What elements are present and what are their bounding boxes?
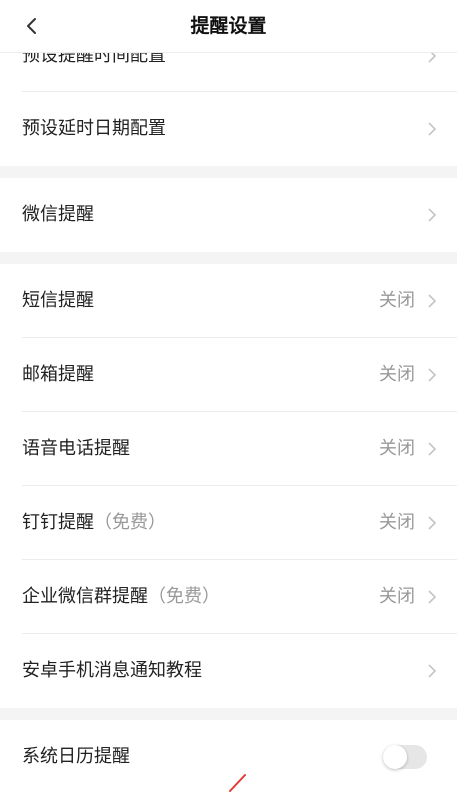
section-gap [0, 166, 457, 178]
free-tag: （免费） [148, 586, 220, 607]
chevron-right-icon [428, 122, 437, 136]
row-label: 钉钉提醒（免费） [22, 512, 166, 533]
row-label: 语音电话提醒 [22, 438, 130, 459]
chevron-right-icon [428, 368, 437, 382]
status-value: 关闭 [379, 438, 415, 459]
row-label: 短信提醒 [22, 290, 94, 311]
row-label: 安卓手机消息通知教程 [22, 660, 202, 681]
row-label: 预设延时日期配置 [22, 118, 166, 139]
section-gap [0, 252, 457, 264]
chevron-right-icon [428, 516, 437, 530]
status-value: 关闭 [379, 290, 415, 311]
nav-header: 提醒设置 [0, 0, 457, 53]
status-value: 关闭 [379, 586, 415, 607]
row-sms-reminder[interactable]: 短信提醒 关闭 [0, 264, 457, 338]
reminder-settings-page: 预设提醒时间配置 预设延时日期配置 微信提醒 短信提醒 关闭 邮箱提醒 关闭 语… [0, 0, 457, 792]
row-label: 微信提醒 [22, 204, 94, 225]
row-preset-delay-date[interactable]: 预设延时日期配置 [0, 92, 457, 166]
free-tag: （免费） [94, 512, 166, 533]
chevron-right-icon [428, 590, 437, 604]
row-label: 企业微信群提醒（免费） [22, 586, 220, 607]
pen-stroke-mark [229, 774, 246, 792]
row-voice-call-reminder[interactable]: 语音电话提醒 关闭 [0, 412, 457, 486]
page-title: 提醒设置 [190, 15, 267, 37]
chevron-right-icon [428, 208, 437, 222]
row-label: 系统日历提醒 [22, 746, 130, 767]
row-wechat-reminder[interactable]: 微信提醒 [0, 178, 457, 252]
section-gap [0, 708, 457, 720]
row-email-reminder[interactable]: 邮箱提醒 关闭 [0, 338, 457, 412]
status-value: 关闭 [379, 364, 415, 385]
row-android-notification-tutorial[interactable]: 安卓手机消息通知教程 [0, 634, 457, 708]
status-value: 关闭 [379, 512, 415, 533]
row-dingtalk-reminder[interactable]: 钉钉提醒（免费） 关闭 [0, 486, 457, 560]
chevron-right-icon [428, 442, 437, 456]
row-label: 邮箱提醒 [22, 364, 94, 385]
toggle-knob [383, 745, 407, 769]
settings-list: 预设提醒时间配置 预设延时日期配置 微信提醒 短信提醒 关闭 邮箱提醒 关闭 语… [0, 20, 457, 792]
chevron-right-icon [428, 294, 437, 308]
calendar-reminder-toggle[interactable] [383, 745, 427, 769]
chevron-right-icon [428, 664, 437, 678]
row-wecom-group-reminder[interactable]: 企业微信群提醒（免费） 关闭 [0, 560, 457, 634]
